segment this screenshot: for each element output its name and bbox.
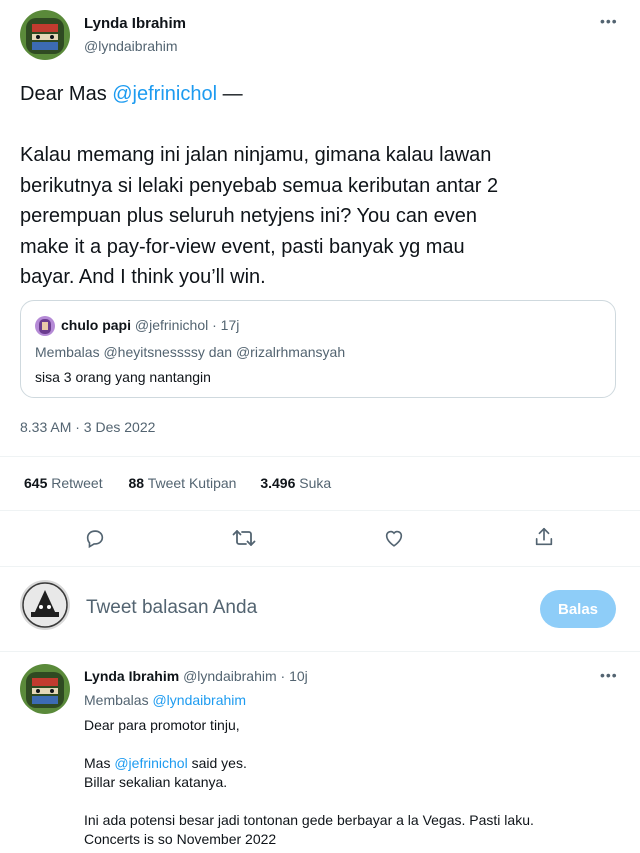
- quoted-author-name: chulo papi: [61, 317, 131, 333]
- reply-text-line: Ini ada potensi besar jadi tontonan gede…: [84, 812, 534, 828]
- quoted-reply-context: Membalas @heyitsnessssy dan @rizalrhmans…: [35, 344, 346, 360]
- mention-jefrinichol[interactable]: @jefrinichol: [112, 83, 217, 105]
- greeting-prefix: Dear Mas: [20, 83, 113, 105]
- author-avatar[interactable]: [20, 10, 70, 60]
- divider: [0, 456, 640, 457]
- quoted-author-avatar: [35, 316, 55, 336]
- like-stat[interactable]: 3.496 Suka: [260, 475, 331, 491]
- reply-author-line: Lynda Ibrahim @lyndaibrahim · 10j: [84, 668, 308, 684]
- quoted-tweet-text: sisa 3 orang yang nantangin: [35, 369, 211, 385]
- reply-text-line: Concerts is so November 2022: [84, 831, 277, 847]
- quoted-author-meta: @jefrinichol · 17j: [134, 317, 240, 333]
- tweet-text-body: Kalau memang ini jalan ninjamu, gimana k…: [20, 140, 498, 293]
- tweet-text-line: Kalau memang ini jalan ninjamu, gimana k…: [20, 144, 492, 166]
- reply-author-name[interactable]: Lynda Ibrahim: [84, 668, 179, 684]
- tweet-text-line: berikutnya si lelaki penyebab semua keri…: [20, 174, 499, 197]
- tweet-text-line: perempuan plus seluruh netyjens ini? You…: [20, 205, 477, 227]
- retweet-count: 645: [24, 475, 48, 491]
- like-count: 3.496: [260, 475, 296, 491]
- quoted-tweet-card[interactable]: chulo papi @jefrinichol · 17j Membalas @…: [20, 300, 616, 398]
- more-options-icon[interactable]: •••: [600, 14, 618, 28]
- reply-context: Membalas @lyndaibrahim: [84, 692, 246, 708]
- reply-button[interactable]: Balas: [540, 590, 616, 628]
- retweet-label: Retweet: [51, 475, 103, 491]
- reply-text: Dear para promotor tinju, Mas @jefrinich…: [84, 716, 534, 849]
- reply-text-spacer: [84, 735, 534, 754]
- tweet-text-line: bayar. And I think you’ll win.: [20, 266, 266, 288]
- reply-text-spacer: [84, 792, 534, 811]
- divider: [0, 566, 640, 567]
- like-icon[interactable]: [383, 527, 405, 549]
- tweet-text-line: make it a pay-for-view event, pasti bany…: [20, 235, 465, 258]
- reply-line2-prefix: Mas: [84, 755, 115, 771]
- reply-author-avatar[interactable]: [20, 664, 70, 714]
- quoted-author-line: chulo papi @jefrinichol · 17j: [61, 317, 239, 333]
- share-icon[interactable]: [533, 526, 555, 548]
- author-handle[interactable]: @lyndaibrahim: [84, 38, 178, 54]
- reply-text-line: Mas @jefrinichol said yes.: [84, 754, 534, 773]
- reply-text-line: Dear para promotor tinju,: [84, 717, 240, 733]
- reply-input[interactable]: Tweet balasan Anda: [86, 597, 516, 619]
- reply-line2-suffix: said yes.: [187, 755, 247, 771]
- quote-count: 88: [128, 475, 145, 491]
- divider: [0, 510, 640, 511]
- reply-text-line: Billar sekalian katanya.: [84, 774, 228, 790]
- tweet-text-greeting: Dear Mas @jefrinichol —: [20, 82, 243, 106]
- quote-stat[interactable]: 88 Tweet Kutipan: [129, 475, 237, 491]
- reply-icon[interactable]: [84, 527, 106, 549]
- divider: [0, 651, 640, 652]
- tweet-timestamp[interactable]: 8.33 AM · 3 Des 2022: [20, 419, 155, 435]
- stats-row: 645 Retweet 88 Tweet Kutipan 3.496 Suka: [24, 475, 331, 491]
- reply-context-prefix: Membalas: [84, 692, 153, 708]
- reply-mention-jefrinichol[interactable]: @jefrinichol: [114, 755, 187, 771]
- retweet-stat[interactable]: 645 Retweet: [24, 475, 103, 491]
- author-name[interactable]: Lynda Ibrahim: [84, 15, 186, 32]
- like-label: Suka: [299, 475, 332, 491]
- reply-author-meta[interactable]: @lyndaibrahim · 10j: [183, 668, 308, 684]
- current-user-avatar[interactable]: [20, 580, 70, 630]
- greeting-suffix: —: [217, 83, 243, 105]
- quote-label: Tweet Kutipan: [147, 475, 237, 491]
- reply-context-mention[interactable]: @lyndaibrahim: [152, 692, 246, 708]
- retweet-icon[interactable]: [232, 527, 256, 549]
- reply-more-options-icon[interactable]: •••: [600, 668, 618, 682]
